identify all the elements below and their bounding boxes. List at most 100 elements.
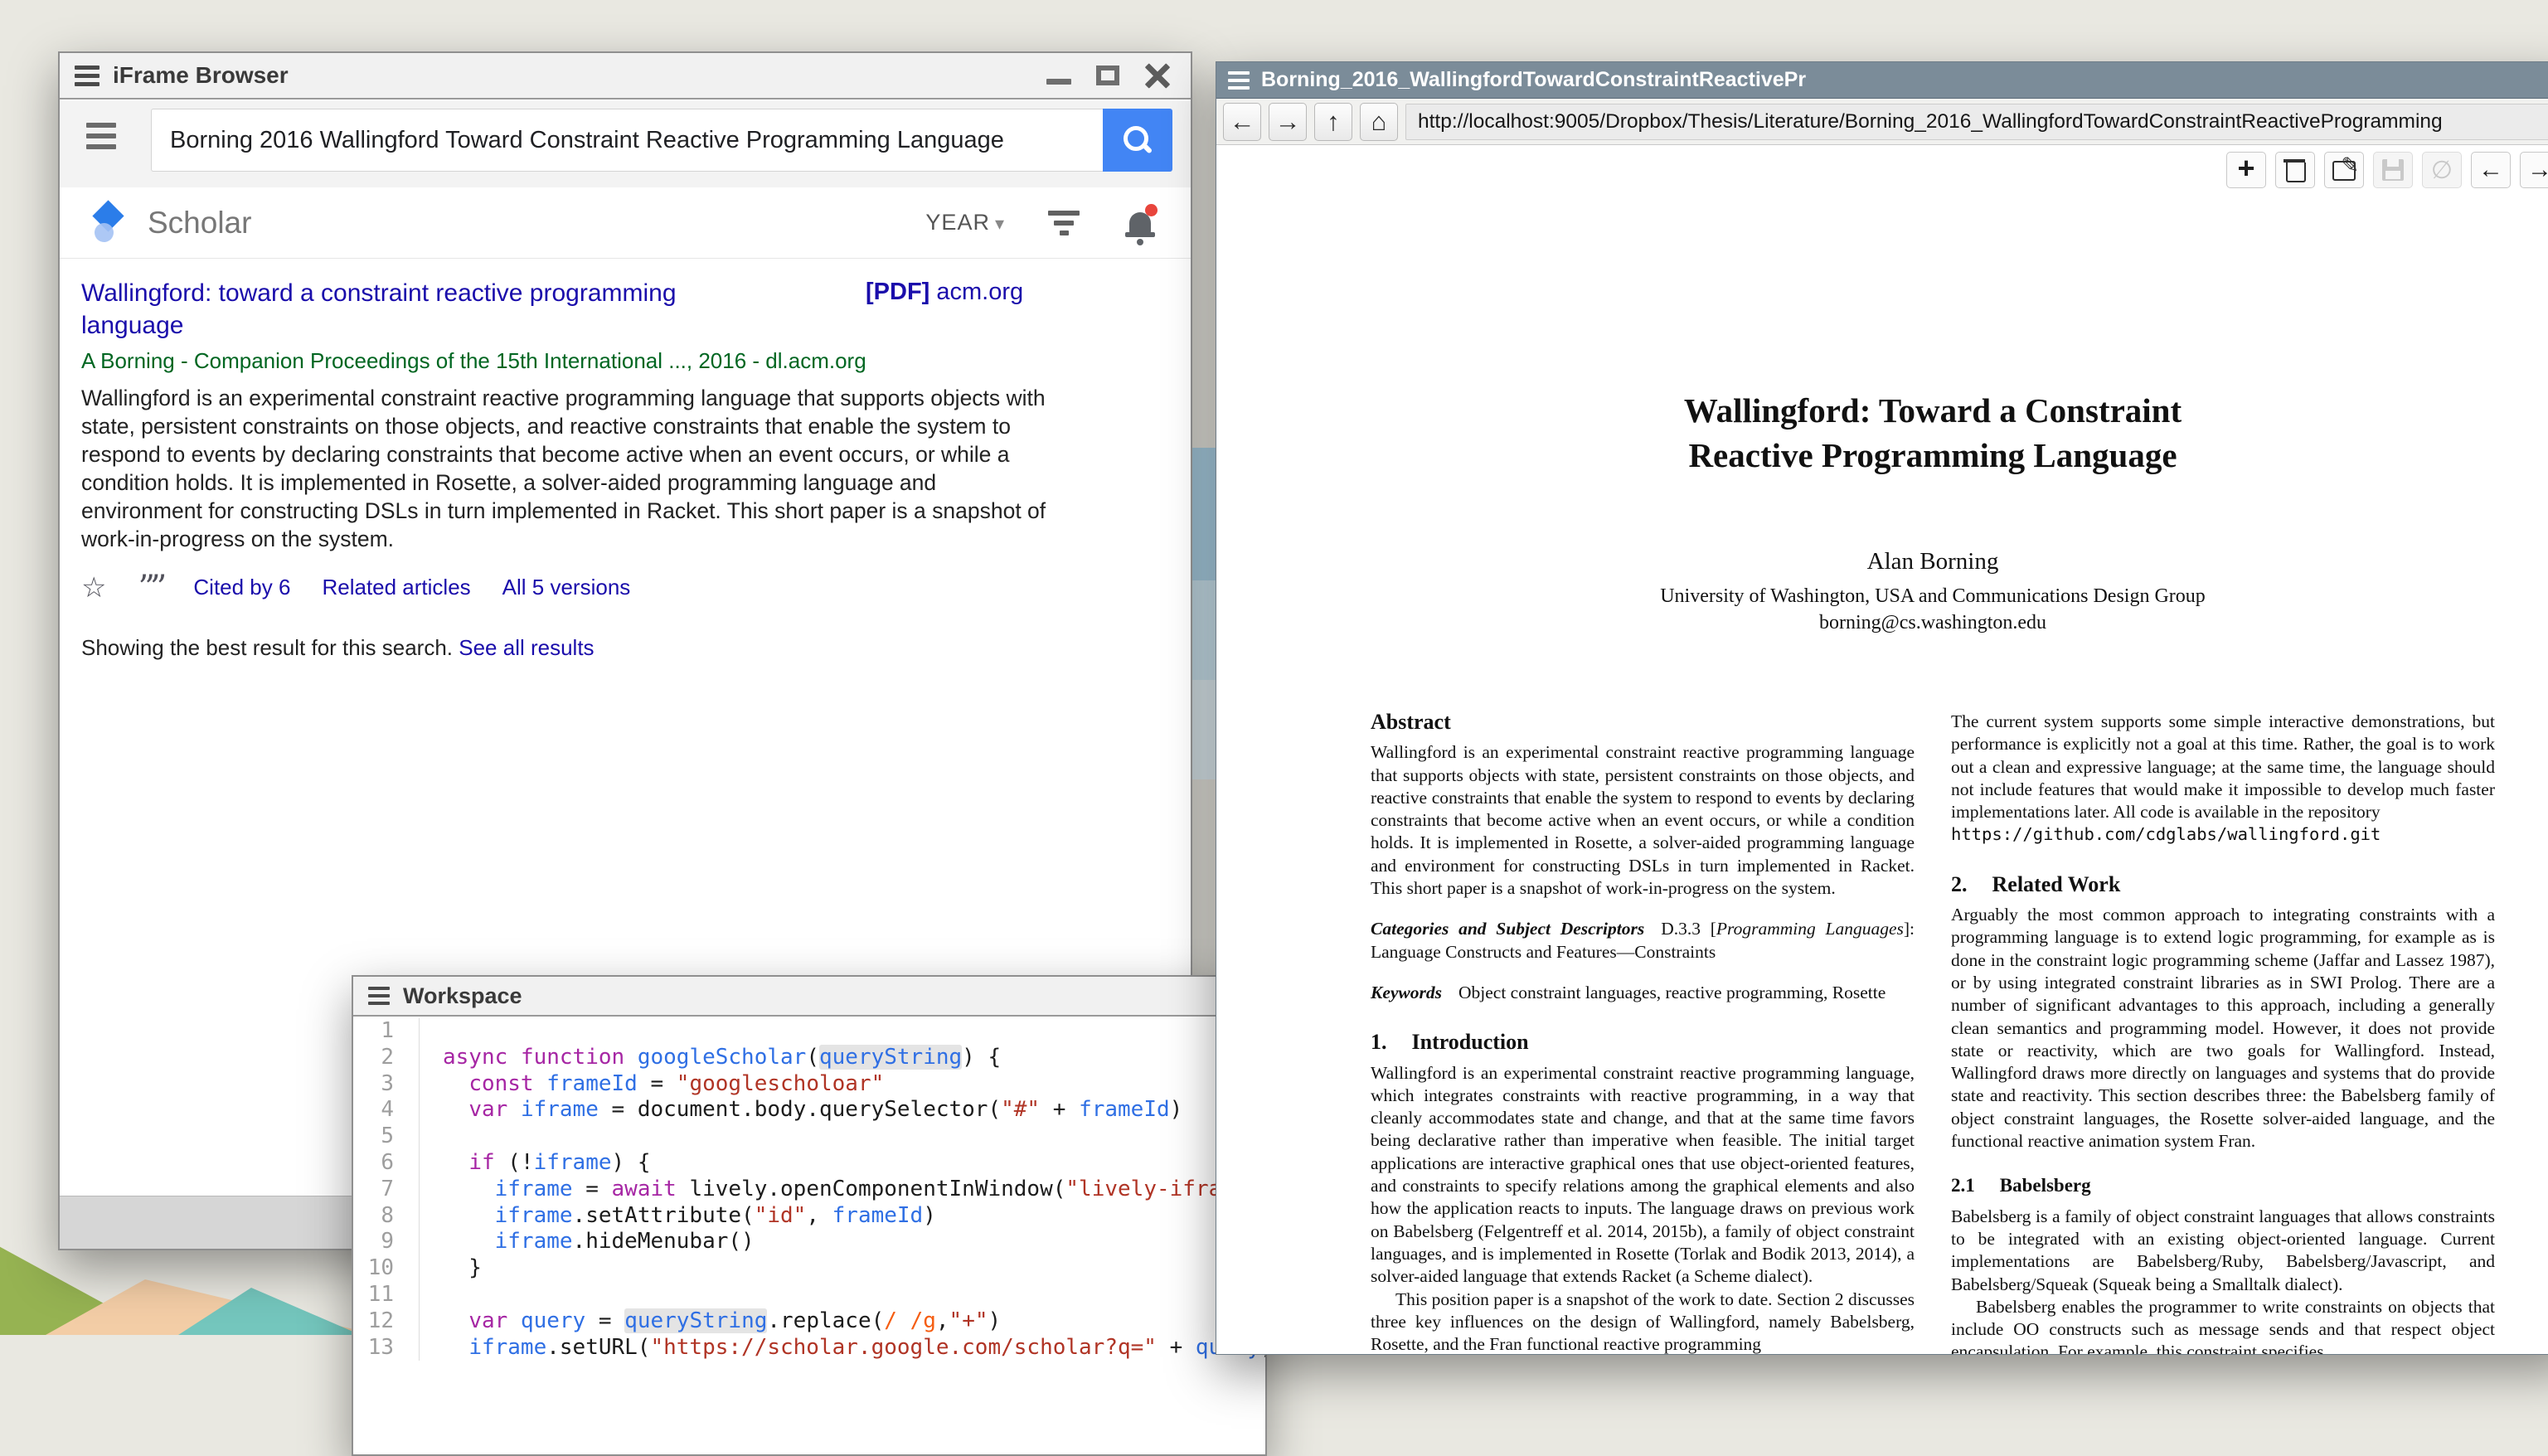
year-filter-dropdown[interactable]: YEAR▾ bbox=[925, 210, 1005, 235]
back-icon: ← bbox=[1230, 107, 1255, 137]
related-articles-link[interactable]: Related articles bbox=[322, 575, 470, 600]
pdf-viewer-window: Borning_2016_WallingfordTowardConstraint… bbox=[1216, 61, 2548, 1355]
line-number: 11 bbox=[353, 1282, 420, 1308]
save-icon bbox=[2382, 159, 2404, 181]
search-result: Wallingford: toward a constraint reactiv… bbox=[81, 277, 1073, 661]
code-line[interactable]: 10 } bbox=[353, 1255, 1265, 1282]
code-line[interactable]: 6 if (!iframe) { bbox=[353, 1150, 1265, 1177]
scholar-header: Scholar YEAR▾ bbox=[60, 187, 1191, 259]
url-input[interactable] bbox=[1405, 104, 2548, 140]
code-text bbox=[420, 1282, 443, 1308]
minimize-icon[interactable] bbox=[1046, 79, 1071, 85]
right-column-paragraph: The current system supports some simple … bbox=[1951, 711, 2495, 823]
related-work-paragraph: Arguably the most common approach to int… bbox=[1951, 904, 2495, 1153]
window-title: Borning_2016_WallingfordTowardConstraint… bbox=[1261, 68, 1806, 92]
window-title: Workspace bbox=[403, 983, 522, 1009]
paper-title: Wallingford: Toward a Constraint Reactiv… bbox=[1366, 388, 2500, 478]
save-button[interactable] bbox=[2373, 152, 2413, 188]
alerts-bell-icon[interactable] bbox=[1123, 204, 1159, 242]
abstract-text: Wallingford is an experimental constrain… bbox=[1371, 741, 1915, 900]
notification-dot bbox=[1145, 204, 1158, 216]
cited-by-link[interactable]: Cited by 6 bbox=[193, 575, 290, 600]
code-text: iframe.hideMenubar() bbox=[420, 1229, 755, 1255]
add-annotation-button[interactable]: + bbox=[2226, 152, 2266, 188]
code-text: if (!iframe) { bbox=[420, 1150, 650, 1177]
forward-button[interactable]: → bbox=[1269, 103, 1307, 141]
close-icon[interactable] bbox=[1144, 62, 1171, 89]
save-star-icon[interactable]: ☆ bbox=[81, 575, 106, 600]
code-line[interactable]: 8 iframe.setAttribute("id", frameId) bbox=[353, 1203, 1265, 1230]
repository-url: https://github.com/cdglabs/wallingford.g… bbox=[1951, 823, 2495, 846]
cancel-button[interactable]: ∅ bbox=[2422, 152, 2462, 188]
line-number: 9 bbox=[353, 1229, 420, 1255]
result-byline: A Borning - Companion Proceedings of the… bbox=[81, 348, 1073, 374]
sort-filter-icon[interactable] bbox=[1048, 211, 1080, 235]
code-line[interactable]: 12 var query = queryString.replace(/ /g,… bbox=[353, 1308, 1265, 1335]
introduction-paragraph: This position paper is a snapshot of the… bbox=[1371, 1289, 1915, 1354]
line-number: 7 bbox=[353, 1177, 420, 1203]
code-text: } bbox=[420, 1255, 482, 1282]
window-title: iFrame Browser bbox=[113, 62, 289, 89]
search-input[interactable] bbox=[151, 109, 1103, 172]
code-line[interactable]: 2async function googleScholar(queryStrin… bbox=[353, 1045, 1265, 1071]
line-number: 13 bbox=[353, 1335, 420, 1361]
all-versions-link[interactable]: All 5 versions bbox=[502, 575, 631, 600]
maximize-icon[interactable] bbox=[1096, 66, 1119, 85]
paper-affiliation: University of Washington, USA and Commun… bbox=[1366, 585, 2500, 608]
pdf-toolbar: + ✎ ∅ ← → bbox=[1216, 145, 2548, 195]
code-editor[interactable]: 12async function googleScholar(queryStri… bbox=[353, 1018, 1265, 1454]
prev-page-button[interactable]: ← bbox=[2471, 152, 2511, 188]
scholar-logo-icon[interactable] bbox=[91, 201, 128, 245]
code-line[interactable]: 9 iframe.hideMenubar() bbox=[353, 1229, 1265, 1255]
result-title-link[interactable]: Wallingford: toward a constraint reactiv… bbox=[81, 277, 761, 342]
pdf-source-link[interactable]: [PDF] acm.org bbox=[866, 279, 1023, 306]
pdf-titlebar[interactable]: Borning_2016_WallingfordTowardConstraint… bbox=[1216, 62, 2548, 99]
window-controls bbox=[1046, 62, 1171, 89]
code-line[interactable]: 1 bbox=[353, 1018, 1265, 1045]
code-text bbox=[420, 1124, 443, 1150]
delete-button[interactable] bbox=[2275, 152, 2315, 188]
code-line[interactable]: 11 bbox=[353, 1282, 1265, 1308]
code-line[interactable]: 13 iframe.setURL("https://scholar.google… bbox=[353, 1335, 1265, 1361]
edit-icon: ✎ bbox=[2332, 159, 2356, 181]
workspace-titlebar[interactable]: Workspace bbox=[353, 977, 1265, 1017]
categories-line: Categories and Subject DescriptorsD.3.3 … bbox=[1371, 918, 1915, 963]
pdf-page[interactable]: Wallingford: Toward a Constraint Reactiv… bbox=[1216, 195, 2548, 1354]
introduction-paragraph: Wallingford is an experimental constrain… bbox=[1371, 1062, 1915, 1289]
search-icon bbox=[1124, 126, 1152, 154]
window-menu-icon[interactable] bbox=[75, 66, 99, 86]
code-text bbox=[420, 1018, 443, 1045]
pdf-source[interactable]: acm.org bbox=[936, 279, 1023, 305]
babelsberg-paragraph: Babelsberg is a family of object constra… bbox=[1951, 1206, 2495, 1296]
next-page-button[interactable]: → bbox=[2520, 152, 2548, 188]
code-line[interactable]: 4 var iframe = document.body.querySelect… bbox=[353, 1097, 1265, 1124]
see-all-results-link[interactable]: See all results bbox=[459, 635, 594, 660]
cite-icon[interactable]: ”” bbox=[138, 580, 162, 596]
line-number: 8 bbox=[353, 1203, 420, 1230]
code-text: var query = queryString.replace(/ /g,"+"… bbox=[420, 1308, 1001, 1335]
paper-author: Alan Borning bbox=[1366, 548, 2500, 575]
code-line[interactable]: 3 const frameId = "googlescholoar" bbox=[353, 1071, 1265, 1098]
back-button[interactable]: ← bbox=[1223, 103, 1261, 141]
code-text: iframe.setURL("https://scholar.google.co… bbox=[420, 1335, 1265, 1361]
line-number: 6 bbox=[353, 1150, 420, 1177]
home-button[interactable]: ⌂ bbox=[1360, 103, 1398, 141]
code-lines: 12async function googleScholar(queryStri… bbox=[353, 1018, 1265, 1361]
scholar-brand[interactable]: Scholar bbox=[148, 206, 251, 240]
line-number: 5 bbox=[353, 1124, 420, 1150]
block-icon: ∅ bbox=[2431, 156, 2453, 185]
up-button[interactable]: ↑ bbox=[1314, 103, 1352, 141]
code-line[interactable]: 7 iframe = await lively.openComponentInW… bbox=[353, 1177, 1265, 1203]
window-menu-icon[interactable] bbox=[1228, 71, 1250, 90]
search-button[interactable] bbox=[1103, 109, 1172, 172]
code-text: iframe.setAttribute("id", frameId) bbox=[420, 1203, 936, 1230]
introduction-heading: 1.Introduction bbox=[1371, 1031, 1915, 1053]
paper-right-column: The current system supports some simple … bbox=[1951, 711, 2495, 1354]
scholar-menu-icon[interactable] bbox=[86, 123, 116, 149]
keywords-line: KeywordsObject constraint languages, rea… bbox=[1371, 982, 1915, 1004]
iframe-browser-titlebar[interactable]: iFrame Browser bbox=[60, 53, 1191, 99]
edit-button[interactable]: ✎ bbox=[2324, 152, 2364, 188]
window-menu-icon[interactable] bbox=[368, 987, 390, 1005]
code-text: iframe = await lively.openComponentInWin… bbox=[420, 1177, 1260, 1203]
code-line[interactable]: 5 bbox=[353, 1124, 1265, 1150]
